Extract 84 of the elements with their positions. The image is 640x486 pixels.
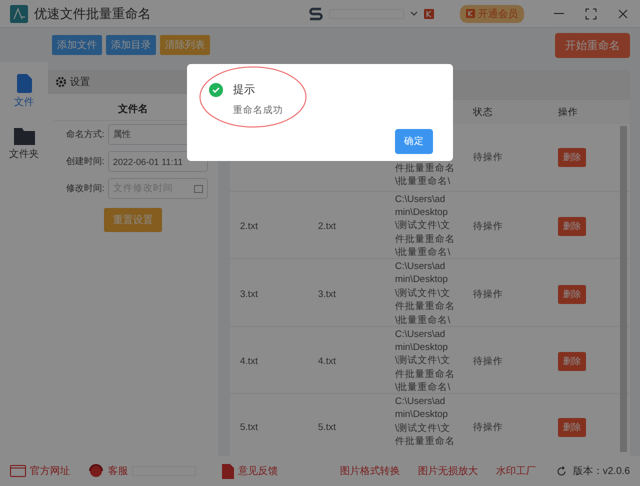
path-text: min\Desktop (395, 408, 449, 422)
panel-title: 设置 (70, 76, 90, 89)
footer-link[interactable]: 水印工厂 (496, 464, 536, 478)
path-text: C:\Users\ad (395, 328, 446, 341)
version-text: 版本：v2.0.6 (572, 464, 630, 478)
footer-link[interactable]: 图片无损放大 (418, 464, 478, 478)
path-text: \测试文件\文 (395, 354, 452, 368)
field-label: 修改时间: (66, 182, 106, 195)
scrollbar[interactable] (620, 126, 627, 452)
status-cell-text: 待操作 (473, 355, 504, 368)
path-text: min\Desktop (395, 340, 449, 354)
start-rename-button[interactable]: 开始重命名 (555, 32, 630, 58)
dialog-title: 提示 (233, 83, 255, 97)
app-logo-icon (10, 4, 28, 22)
field-label: 命名方式: (66, 128, 106, 141)
vip-button[interactable]: 开通会员 (460, 4, 524, 22)
status-cell-text: 待操作 (473, 220, 504, 234)
k-badge-icon[interactable] (424, 8, 434, 18)
footer-link[interactable]: 官方网址 (10, 464, 70, 478)
headset-icon (88, 463, 104, 479)
toolbar-button[interactable]: 添加文件 (52, 35, 102, 55)
path-text: min\Desktop (395, 273, 449, 287)
path-text: \批量重命名\ (395, 246, 452, 260)
refresh-icon[interactable] (556, 466, 567, 476)
delete-button[interactable]: 删除 (558, 284, 586, 304)
table-cell-text: 4.txt (318, 356, 337, 368)
status-cell-text: 待操作 (473, 420, 504, 434)
reset-button[interactable]: 重置设置 (104, 208, 162, 232)
column-header: 操作 (558, 106, 579, 118)
footer-link[interactable]: 图片格式转换 (340, 464, 400, 478)
calendar-icon (194, 184, 203, 193)
toolbar-button[interactable]: 清除列表 (160, 35, 210, 55)
delete-button[interactable]: 删除 (558, 148, 586, 167)
path-text: C:\Users\ad (395, 192, 446, 206)
dialog-message: 重命名成功 (233, 104, 284, 117)
path-text: 件批量重命名 (395, 162, 456, 176)
table-cell-text: 3.txt (318, 288, 337, 300)
path-text: 件批量重命名 (395, 300, 456, 314)
status-cell-text: 待操作 (473, 150, 504, 164)
path-text: \测试文件\文 (395, 286, 452, 300)
k-badge-icon (466, 9, 475, 18)
s-logo-icon (309, 6, 323, 20)
delete-button[interactable]: 删除 (558, 352, 586, 372)
document-icon (222, 464, 234, 478)
table-cell-text: 5.txt (318, 422, 337, 433)
table-cell-text: 5.txt (240, 422, 259, 433)
window-title: 优速文件批量重命名 (34, 4, 151, 22)
sidebar-item[interactable]: 文件夹 (9, 127, 39, 161)
section-title: 文件名 (118, 102, 148, 116)
ok-button[interactable]: 确定 (395, 129, 433, 154)
sidebar-item[interactable]: 文件 (14, 74, 34, 109)
fullscreen-button[interactable] (584, 6, 598, 20)
file-icon (16, 74, 32, 93)
path-text: min\Desktop (395, 206, 449, 220)
delete-button[interactable]: 删除 (558, 217, 586, 236)
close-button[interactable] (616, 6, 630, 20)
footer-link[interactable]: 意见反馈 (222, 464, 278, 478)
path-text: C:\Users\ad (395, 260, 446, 274)
table-cell-text: 2.txt (318, 221, 337, 232)
folder-icon (14, 127, 34, 145)
status-cell-text: 待操作 (473, 288, 504, 301)
path-text: 件批量重命名 (395, 232, 456, 246)
settings-icon (56, 77, 66, 87)
path-text: C:\Users\ad (395, 395, 446, 408)
column-header: 状态 (473, 106, 494, 118)
toolbar-button[interactable]: 添加目录 (106, 35, 156, 55)
input-field[interactable]: 2022-06-01 11:11 (108, 151, 208, 172)
path-text: 件批量重命名 (395, 435, 456, 449)
field-label: 创建时间: (66, 155, 106, 168)
website-icon (10, 465, 26, 477)
table-cell-text: 3.txt (240, 288, 259, 300)
delete-button[interactable]: 删除 (558, 418, 586, 437)
minimize-icon (554, 13, 564, 14)
path-text: \测试文件\文 (395, 422, 452, 436)
success-check-icon (209, 82, 223, 96)
table-cell-text: 2.txt (240, 221, 259, 232)
path-text: 件批量重命名 (395, 368, 456, 382)
path-text: \批量重命名\ (395, 381, 452, 395)
chevron-down-icon[interactable] (410, 10, 418, 16)
footer-link[interactable]: 客服 (88, 463, 128, 479)
table-cell-text: 4.txt (240, 356, 259, 368)
path-text: \批量重命名\ (395, 175, 452, 188)
path-text: \批量重命名\ (395, 314, 452, 328)
path-text: \测试文件\文 (395, 219, 452, 233)
